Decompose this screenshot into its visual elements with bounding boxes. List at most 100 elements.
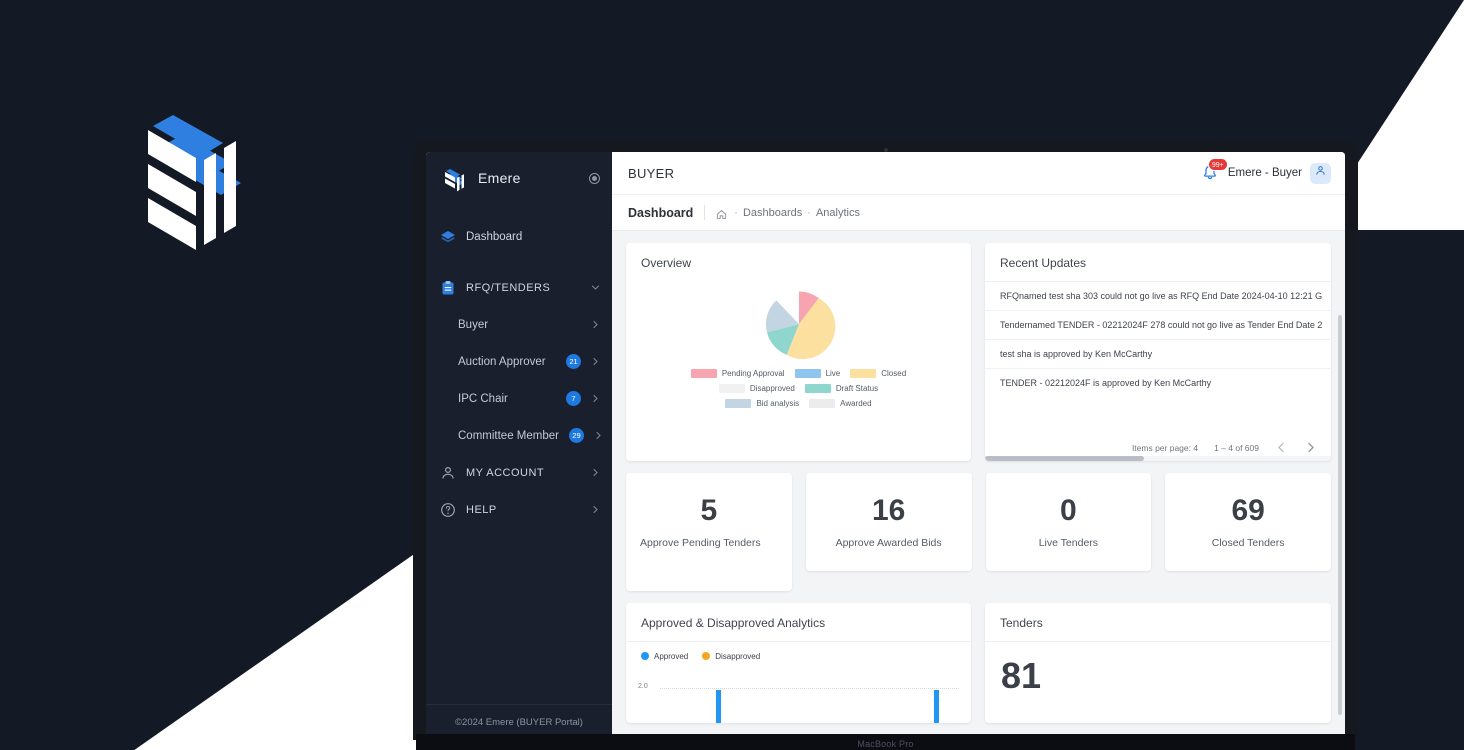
sidebar-item-my-account[interactable]: MY ACCOUNT bbox=[426, 454, 612, 491]
list-item[interactable]: TENDER - 02212024F is approved by Ken Mc… bbox=[985, 369, 1331, 397]
chevron-right-icon bbox=[594, 431, 603, 440]
bar bbox=[934, 689, 939, 723]
legend-item-approved: Approved bbox=[641, 652, 688, 661]
dashboard-row-bottom: Approved & Disapproved Analytics Approve… bbox=[626, 602, 1331, 723]
person-icon bbox=[1314, 164, 1327, 182]
analytics-title: Approved & Disapproved Analytics bbox=[626, 603, 971, 642]
legend-label: Disapproved bbox=[749, 384, 795, 393]
emere-cube-logo bbox=[118, 88, 258, 253]
legend-item-bid-analysis: Bid analysis bbox=[725, 399, 799, 408]
legend-item-disapproved: Disapproved bbox=[718, 384, 795, 393]
stat-label: Live Tenders bbox=[1038, 536, 1099, 549]
stat-card-live-tenders[interactable]: 0 Live Tenders bbox=[985, 473, 1152, 571]
breadcrumb: Dashboard · Dashboards · Analytics bbox=[612, 195, 1345, 231]
dashboard-content: Overview Pending Approval Live Closed Di… bbox=[612, 231, 1345, 740]
emere-cube-logo bbox=[440, 164, 468, 192]
legend-label: Pending Approval bbox=[721, 369, 785, 378]
stat-value: 16 bbox=[871, 494, 906, 527]
sidebar-item-label: Buyer bbox=[458, 318, 489, 331]
sidebar-item-ipc-chair[interactable]: IPC Chair 7 bbox=[426, 380, 612, 417]
sidebar-brand-name: Emere bbox=[478, 170, 521, 186]
stat-label: Approve Pending Tenders bbox=[640, 536, 761, 549]
laptop-base: MacBook Pro bbox=[416, 734, 1355, 750]
background-wedge-bottom-left bbox=[134, 550, 420, 750]
app-screen: Emere Dashboard RFQ/TENDERS Buyer Auctio… bbox=[426, 152, 1345, 740]
stat-card-approve-pending-tenders[interactable]: 5 Approve Pending Tenders bbox=[626, 473, 792, 591]
dashboard-row-top: Overview Pending Approval Live Closed Di… bbox=[626, 243, 1331, 461]
legend-label: Awarded bbox=[840, 399, 872, 408]
sidebar-item-help[interactable]: HELP bbox=[426, 491, 612, 528]
sidebar-item-label: IPC Chair bbox=[458, 392, 508, 405]
horizontal-scrollbar[interactable] bbox=[985, 456, 1331, 461]
device-label: MacBook Pro bbox=[857, 739, 914, 749]
gridline bbox=[660, 687, 959, 689]
legend-label: Bid analysis bbox=[756, 399, 800, 408]
analytics-legend: Approved Disapproved bbox=[626, 642, 971, 663]
items-per-page-label[interactable]: Items per page: 4 bbox=[1132, 443, 1198, 453]
legend-item-closed: Closed bbox=[850, 369, 906, 378]
breadcrumb-divider bbox=[704, 205, 706, 220]
user-name-label: Emere - Buyer bbox=[1227, 167, 1302, 179]
bell-icon bbox=[1200, 165, 1220, 187]
breadcrumb-item-dashboards[interactable]: Dashboards bbox=[743, 207, 802, 219]
stat-card-closed-tenders[interactable]: 69 Closed Tenders bbox=[1165, 473, 1331, 571]
overview-title: Overview bbox=[641, 256, 692, 270]
breadcrumb-item-analytics[interactable]: Analytics bbox=[816, 207, 860, 219]
overview-legend: Pending Approval Live Closed Disapproved… bbox=[626, 361, 971, 408]
list-item[interactable]: Tendernamed TENDER - 02212024F 278 could… bbox=[985, 311, 1331, 340]
sidebar-item-label: RFQ/TENDERS bbox=[466, 281, 551, 294]
chevron-right-icon bbox=[591, 394, 600, 403]
breadcrumb-separator: · bbox=[734, 206, 738, 219]
sidebar-item-label: Dashboard bbox=[466, 230, 523, 243]
sidebar-item-buyer[interactable]: Buyer bbox=[426, 306, 612, 343]
legend-swatch bbox=[725, 399, 752, 408]
stat-label: Approve Awarded Bids bbox=[835, 536, 942, 549]
legend-label: Closed bbox=[881, 369, 907, 378]
top-bar: BUYER 99+ Emere - Buyer bbox=[612, 152, 1345, 195]
sidebar-item-committee-member[interactable]: Committee Member 29 bbox=[426, 417, 612, 454]
sidebar-item-auction-approver[interactable]: Auction Approver 21 bbox=[426, 343, 612, 380]
main-area: BUYER 99+ Emere - Buyer Dashboard · Dash… bbox=[612, 152, 1345, 740]
legend-swatch bbox=[794, 369, 821, 378]
sidebar-item-label: MY ACCOUNT bbox=[466, 466, 545, 479]
clipboard-icon bbox=[440, 280, 456, 296]
stat-cards-row: 5 Approve Pending Tenders 16 Approve Awa… bbox=[626, 473, 1331, 591]
page-range-label: 1 – 4 of 609 bbox=[1214, 442, 1259, 453]
page-title: BUYER bbox=[628, 165, 675, 181]
legend-swatch bbox=[702, 652, 711, 661]
laptop-body: Emere Dashboard RFQ/TENDERS Buyer Auctio… bbox=[413, 140, 1358, 740]
layers-icon bbox=[440, 229, 456, 245]
analytics-bar-chart: 2.0 bbox=[638, 669, 959, 723]
legend-swatch bbox=[804, 384, 831, 393]
sidebar-item-dashboard[interactable]: Dashboard bbox=[426, 218, 612, 255]
chevron-left-icon[interactable] bbox=[1275, 441, 1288, 454]
sidebar-header: Emere bbox=[426, 152, 612, 204]
vertical-scrollbar[interactable] bbox=[1338, 315, 1342, 715]
stat-card-approve-awarded-bids[interactable]: 16 Approve Awarded Bids bbox=[805, 473, 972, 571]
notifications-button[interactable]: 99+ bbox=[1200, 158, 1228, 183]
chevron-right-icon[interactable] bbox=[1304, 441, 1317, 454]
list-item[interactable]: test sha is approved by Ken McCarthy bbox=[985, 340, 1331, 369]
legend-swatch bbox=[690, 369, 717, 378]
list-item[interactable]: RFQnamed test sha 303 could not go live … bbox=[985, 282, 1331, 311]
overview-pie-chart bbox=[626, 281, 971, 361]
sidebar-item-label: Auction Approver bbox=[458, 355, 546, 368]
legend-swatch bbox=[850, 369, 877, 378]
sidebar-item-rfq-tenders[interactable]: RFQ/TENDERS bbox=[426, 269, 612, 306]
home-icon[interactable] bbox=[716, 207, 727, 219]
bar bbox=[716, 689, 721, 723]
recent-updates-title: Recent Updates bbox=[985, 243, 1331, 282]
legend-label: Draft Status bbox=[835, 384, 879, 393]
breadcrumb-separator: · bbox=[807, 206, 811, 219]
person-icon bbox=[440, 465, 456, 481]
sidebar-badge: 29 bbox=[568, 428, 584, 443]
stat-value: 5 bbox=[700, 494, 718, 527]
target-dot-icon[interactable] bbox=[589, 172, 600, 184]
sidebar-badge: 21 bbox=[566, 354, 581, 369]
legend-swatch bbox=[641, 652, 649, 661]
sidebar-item-label: HELP bbox=[466, 503, 497, 516]
avatar[interactable] bbox=[1310, 162, 1331, 184]
sidebar-badge: 7 bbox=[566, 391, 581, 406]
legend-item-pending-approval: Pending Approval bbox=[690, 369, 785, 378]
